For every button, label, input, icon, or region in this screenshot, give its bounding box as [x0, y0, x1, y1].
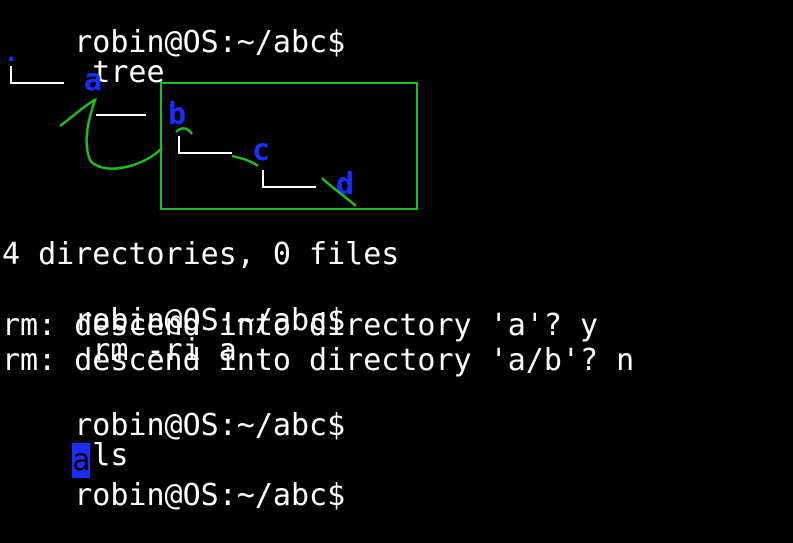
command-line-ls: robin@OS:~/abc$ ls — [2, 381, 345, 471]
command-line-current[interactable]: robin@OS:~/abc$ — [2, 451, 345, 511]
rm-prompt-line-1: rm: descend into directory 'a'? y — [2, 308, 599, 343]
annotation-tick-b — [175, 127, 194, 135]
annotation-loop-stroke — [59, 97, 163, 170]
annotation-box — [160, 82, 418, 210]
annotation-strike-d — [321, 177, 357, 207]
rm-prompt-line-2: rm: descend into directory 'a/b'? n — [2, 343, 635, 378]
annotation-tick-c — [231, 154, 259, 168]
ls-output: a — [0, 416, 91, 478]
shell-prompt: robin@OS:~/abc$ — [74, 478, 346, 513]
command-line-rm: robin@OS:~/abc$ rm -ri a — [2, 276, 345, 366]
tree-summary: 4 directories, 0 files — [2, 237, 400, 272]
terminal-window[interactable]: robin@OS:~/abc$ tree . a b c d 4 directo… — [0, 0, 793, 511]
